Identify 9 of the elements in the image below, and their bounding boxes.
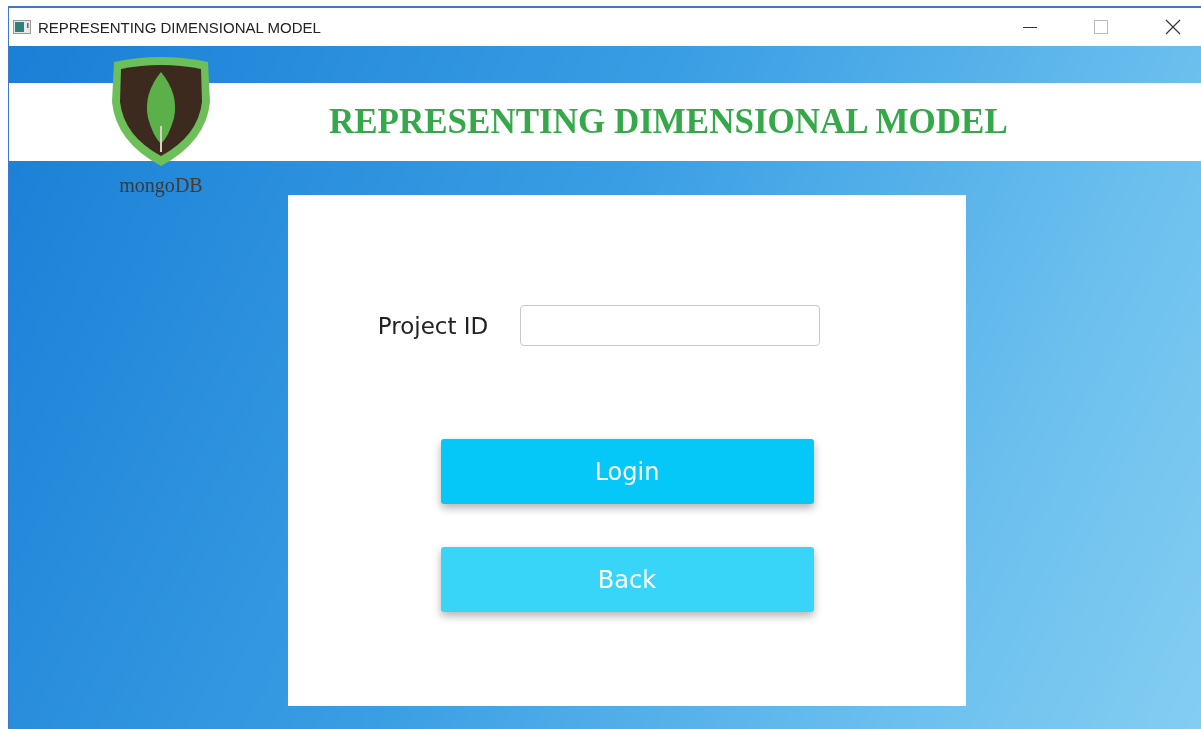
- project-id-field[interactable]: [520, 305, 821, 346]
- banner-title: REPRESENTING DIMENSIONAL MODEL: [329, 102, 1008, 142]
- close-icon[interactable]: [1165, 19, 1181, 35]
- login-button[interactable]: Login: [440, 439, 814, 504]
- back-button[interactable]: Back: [440, 547, 814, 612]
- window-title: REPRESENTING DIMENSIONAL MODEL: [38, 18, 321, 36]
- app-icon: [13, 20, 31, 34]
- logo-wordmark: mongoDB: [119, 174, 203, 197]
- project-id-label: Project ID: [377, 312, 489, 339]
